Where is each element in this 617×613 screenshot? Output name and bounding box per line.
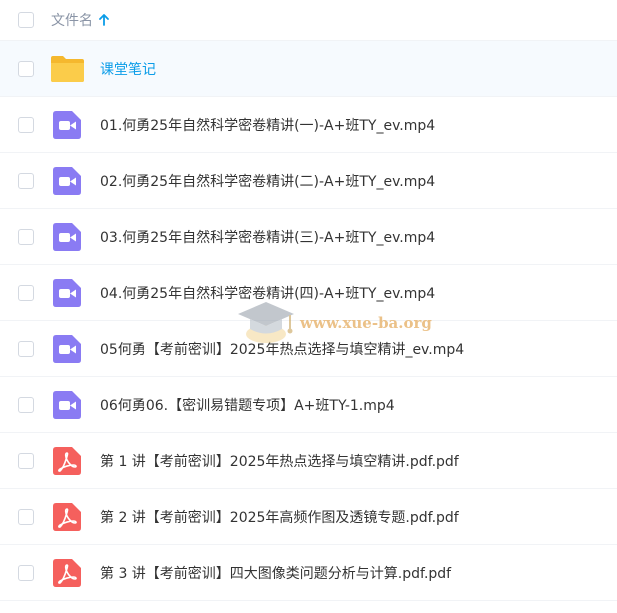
video-file-icon xyxy=(53,110,81,139)
row-checkbox[interactable] xyxy=(18,228,34,245)
video-file-icon xyxy=(53,334,81,363)
folder-name[interactable]: 课堂笔记 xyxy=(100,59,156,79)
file-list-header: 文件名 xyxy=(0,0,617,41)
file-row[interactable]: 02.何勇25年自然科学密卷精讲(二)-A+班TY_ev.mp4 xyxy=(0,153,617,209)
pdf-file-icon xyxy=(53,446,81,475)
file-rows: 课堂笔记 01.何勇25年自然科学密卷精讲(一)-A+班TY_ev.mp4 02.何… xyxy=(0,41,617,601)
file-name[interactable]: 04.何勇25年自然科学密卷精讲(四)-A+班TY_ev.mp4 xyxy=(100,283,435,303)
pdf-file-icon xyxy=(53,558,81,587)
sort-ascending-icon[interactable] xyxy=(99,14,109,26)
file-row[interactable]: 第 3 讲【考前密训】四大图像类问题分析与计算.pdf.pdf xyxy=(0,545,617,601)
pdf-file-icon xyxy=(53,502,81,531)
file-row[interactable]: 06何勇06.【密训易错题专项】A+班TY-1.mp4 xyxy=(0,377,617,433)
name-column-label: 文件名 xyxy=(51,13,93,29)
file-row[interactable]: 第 1 讲【考前密训】2025年热点选择与填空精讲.pdf.pdf xyxy=(0,433,617,489)
video-file-icon xyxy=(53,278,81,307)
name-column-header[interactable]: 文件名 xyxy=(51,10,109,30)
file-name[interactable]: 第 1 讲【考前密训】2025年热点选择与填空精讲.pdf.pdf xyxy=(100,451,459,471)
file-row[interactable]: 03.何勇25年自然科学密卷精讲(三)-A+班TY_ev.mp4 xyxy=(0,209,617,265)
row-checkbox[interactable] xyxy=(18,396,34,413)
row-checkbox[interactable] xyxy=(18,60,34,77)
file-name[interactable]: 02.何勇25年自然科学密卷精讲(二)-A+班TY_ev.mp4 xyxy=(100,171,435,191)
row-checkbox[interactable] xyxy=(18,564,34,581)
file-name[interactable]: 05何勇【考前密训】2025年热点选择与填空精讲_ev.mp4 xyxy=(100,339,464,359)
file-row[interactable]: 01.何勇25年自然科学密卷精讲(一)-A+班TY_ev.mp4 xyxy=(0,97,617,153)
row-checkbox[interactable] xyxy=(18,508,34,525)
file-name[interactable]: 第 3 讲【考前密训】四大图像类问题分析与计算.pdf.pdf xyxy=(100,563,451,583)
folder-row[interactable]: 课堂笔记 xyxy=(0,41,617,97)
row-checkbox[interactable] xyxy=(18,172,34,189)
folder-icon xyxy=(51,55,84,82)
row-checkbox[interactable] xyxy=(18,452,34,469)
file-name[interactable]: 第 2 讲【考前密训】2025年高频作图及透镜专题.pdf.pdf xyxy=(100,507,459,527)
file-row[interactable]: 第 2 讲【考前密训】2025年高频作图及透镜专题.pdf.pdf xyxy=(0,489,617,545)
row-checkbox[interactable] xyxy=(18,116,34,133)
video-file-icon xyxy=(53,222,81,251)
file-name[interactable]: 06何勇06.【密训易错题专项】A+班TY-1.mp4 xyxy=(100,395,395,415)
file-list: 文件名 课堂笔记 01.何勇25年自然科学密卷精讲(一)-A+班TY_ev.mp4… xyxy=(0,0,617,613)
file-row[interactable]: 05何勇【考前密训】2025年热点选择与填空精讲_ev.mp4 xyxy=(0,321,617,377)
row-checkbox[interactable] xyxy=(18,284,34,301)
select-all-checkbox[interactable] xyxy=(18,12,34,28)
file-name[interactable]: 01.何勇25年自然科学密卷精讲(一)-A+班TY_ev.mp4 xyxy=(100,115,435,135)
row-checkbox[interactable] xyxy=(18,340,34,357)
file-row[interactable]: 04.何勇25年自然科学密卷精讲(四)-A+班TY_ev.mp4 xyxy=(0,265,617,321)
file-name[interactable]: 03.何勇25年自然科学密卷精讲(三)-A+班TY_ev.mp4 xyxy=(100,227,435,247)
video-file-icon xyxy=(53,166,81,195)
video-file-icon xyxy=(53,390,81,419)
